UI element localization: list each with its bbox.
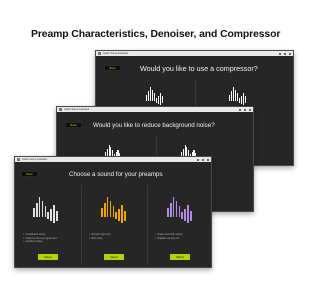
minimize-icon[interactable] xyxy=(279,52,281,55)
waveform-bar xyxy=(245,96,247,104)
close-icon[interactable] xyxy=(249,108,251,111)
waveform-bar xyxy=(118,209,121,222)
option-bullets: Smooth high end Rich body xyxy=(89,233,110,240)
waveform-bar xyxy=(241,95,243,104)
waveform-bar xyxy=(44,206,47,217)
waveform-bar xyxy=(237,93,239,101)
waveform-bar xyxy=(38,197,41,217)
back-button[interactable]: Back xyxy=(104,65,121,71)
waveform-bar xyxy=(41,201,44,217)
back-button-label: Back xyxy=(26,172,33,176)
waveform-bar xyxy=(47,212,50,220)
maximize-icon[interactable] xyxy=(244,108,246,111)
window-title: Audio Setup Assistant xyxy=(103,52,129,55)
app-icon xyxy=(59,108,62,111)
select-button[interactable]: Select xyxy=(170,254,190,260)
waveform-bar xyxy=(178,206,181,217)
waveform-bar xyxy=(106,197,109,217)
close-icon[interactable] xyxy=(207,158,209,161)
waveform-bar xyxy=(109,201,112,217)
waveform-bar xyxy=(175,201,178,217)
select-button[interactable]: Select xyxy=(38,254,58,260)
maximize-icon[interactable] xyxy=(202,158,204,161)
app-icon xyxy=(17,158,20,161)
waveform-bar xyxy=(148,91,150,101)
waveform-bar xyxy=(35,203,38,217)
minimize-icon[interactable] xyxy=(239,108,241,111)
waveform-bar xyxy=(124,210,126,221)
waveform-bar xyxy=(33,208,35,217)
maximize-icon[interactable] xyxy=(284,52,286,55)
window-title: Audio Setup Assistant xyxy=(64,108,90,111)
waveform-bar xyxy=(160,92,162,106)
back-button[interactable]: Back xyxy=(21,171,38,177)
waveform-bar xyxy=(243,92,245,106)
option-bullets: Uncoloured clarity Captures the raw sign… xyxy=(23,233,57,244)
waveform-bar xyxy=(167,208,169,217)
waveform-bar xyxy=(56,210,58,221)
waveform-bar xyxy=(169,203,172,217)
select-button[interactable]: Select xyxy=(104,254,124,260)
waveform-bar xyxy=(239,97,241,103)
waveform-bar xyxy=(156,97,158,103)
window-title: Audio Setup Assistant xyxy=(22,158,48,161)
minimize-icon[interactable] xyxy=(197,158,199,161)
waveform-bar xyxy=(187,205,189,224)
waveform-icon xyxy=(101,197,127,224)
list-item: Rich body xyxy=(89,237,110,241)
waveform-bar xyxy=(235,89,237,101)
waveform-bar xyxy=(229,94,231,101)
waveform-bar xyxy=(53,205,55,224)
waveform-icon xyxy=(146,87,164,106)
waveform-bar xyxy=(172,197,175,217)
list-item: provides it later. xyxy=(23,240,57,244)
waveform-bar xyxy=(150,87,152,101)
column-divider xyxy=(147,185,148,265)
question-text: Choose a sound for your preamps xyxy=(69,171,163,178)
window-titlebar: Audio Setup Assistant xyxy=(57,107,253,112)
window-titlebar: Audio Setup Assistant xyxy=(96,51,293,56)
back-button[interactable]: Back xyxy=(65,122,82,128)
waveform-bar xyxy=(190,210,192,221)
waveform-bar xyxy=(184,209,187,222)
option-bullets: Clean and crisp sound Brighten up any mi… xyxy=(155,233,182,240)
waveform-bar xyxy=(146,94,148,101)
waveform-icon xyxy=(33,197,59,224)
waveform-bar xyxy=(152,89,154,101)
app-icon xyxy=(98,52,101,55)
waveform-bar xyxy=(181,212,184,220)
column-divider xyxy=(81,185,82,265)
waveform-icon xyxy=(167,197,193,224)
back-button-label: Back xyxy=(70,123,77,127)
waveform-icon xyxy=(229,87,247,106)
select-button-label: Select xyxy=(44,255,52,259)
waveform-bar xyxy=(103,203,106,217)
select-button-label: Select xyxy=(176,255,184,259)
question-text: Would you like to reduce background nois… xyxy=(93,122,215,129)
waveform-bar xyxy=(233,87,235,101)
window-titlebar: Audio Setup Assistant xyxy=(15,157,211,162)
waveform-bar xyxy=(115,212,118,220)
preamp-window: Audio Setup Assistant Back Choose a soun… xyxy=(14,156,212,268)
waveform-bar xyxy=(101,208,103,217)
list-item: Brighten up any mic xyxy=(155,237,182,241)
waveform-bar xyxy=(50,209,53,222)
select-button-label: Select xyxy=(110,255,118,259)
back-button-label: Back xyxy=(109,66,116,70)
page-title: Preamp Characteristics, Denoiser, and Co… xyxy=(31,29,281,40)
question-text: Would you like to use a compressor? xyxy=(140,64,258,73)
close-icon[interactable] xyxy=(289,52,291,55)
waveform-bar xyxy=(121,205,123,224)
waveform-bar xyxy=(158,95,160,104)
waveform-bar xyxy=(154,93,156,101)
waveform-bar xyxy=(162,96,164,104)
waveform-bar xyxy=(231,91,233,101)
waveform-bar xyxy=(112,206,115,217)
